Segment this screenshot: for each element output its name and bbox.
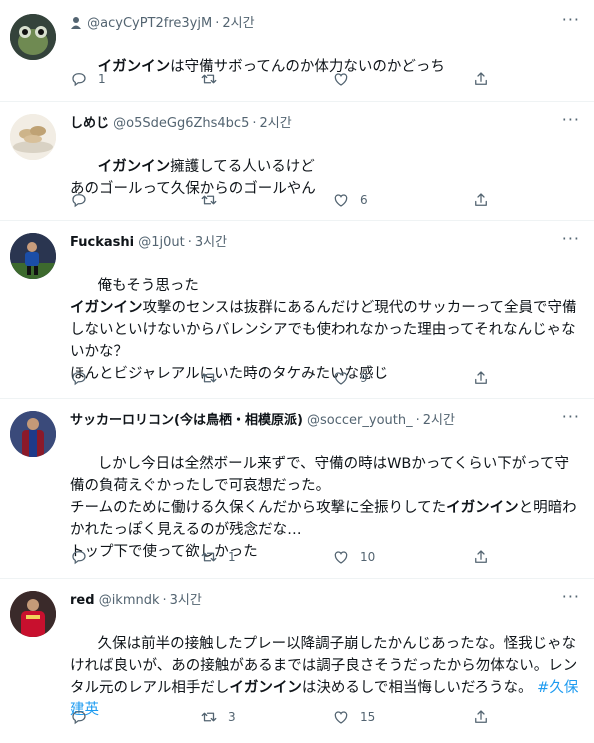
user-icon: [70, 16, 83, 29]
like-count: 9: [360, 371, 368, 385]
retweet-button[interactable]: [200, 69, 228, 89]
share-button[interactable]: [472, 190, 490, 210]
tweet-header: しめじ @o5SdeGg6Zhs4bc5 · 2시간: [70, 116, 292, 131]
retweet-icon: [200, 369, 218, 387]
tweet-actions: 1: [70, 69, 510, 89]
retweet-button[interactable]: [200, 368, 228, 388]
reply-icon: [70, 708, 88, 726]
more-options-icon[interactable]: ···: [562, 407, 580, 426]
tweet[interactable]: red @ikmndk · 3시간 久保は前半の接触したプレー以降調子崩したかんじあ…: [0, 579, 594, 730]
text-segment: イガンイン: [70, 300, 143, 316]
timestamp[interactable]: 2시간: [222, 16, 254, 31]
share-button[interactable]: [472, 547, 490, 567]
like-button[interactable]: [332, 69, 360, 89]
more-options-icon[interactable]: ···: [562, 229, 580, 248]
avatar[interactable]: [10, 233, 56, 279]
display-name[interactable]: red: [70, 593, 95, 608]
tweet-text: イガンインは守備サボってんのか体力ないのかどっち: [70, 34, 580, 100]
reply-icon: [70, 191, 88, 209]
share-button[interactable]: [472, 368, 490, 388]
tweet-actions: 9: [70, 368, 510, 388]
tweet-actions: 1 10: [70, 547, 510, 567]
tweet[interactable]: Fuckashi @1j0ut · 3시간 俺もそう思った イガンイン攻撃のセンスは…: [0, 221, 594, 399]
share-button[interactable]: [472, 69, 490, 89]
timestamp[interactable]: 3시간: [170, 593, 202, 608]
tweet-header: Fuckashi @1j0ut · 3시간: [70, 235, 228, 250]
reply-icon: [70, 70, 88, 88]
retweet-icon: [200, 548, 218, 566]
like-count: 6: [360, 193, 368, 207]
user-handle[interactable]: @o5SdeGg6Zhs4bc5: [113, 116, 249, 131]
like-count: 10: [360, 550, 376, 564]
text-segment: イガンイン: [446, 500, 519, 516]
tweet-header: @acyCyPT2fre3yjM · 2시간: [70, 14, 580, 34]
retweet-count: 1: [228, 550, 236, 564]
reply-button[interactable]: [70, 707, 98, 727]
user-handle[interactable]: @ikmndk: [99, 593, 160, 608]
like-button[interactable]: 6: [332, 190, 368, 210]
user-handle[interactable]: @acyCyPT2fre3yjM: [87, 16, 212, 31]
tweet-header: サッカーロリコン(今は鳥栖・相模原派) @soccer_youth_ · 2시간: [70, 413, 455, 428]
text-segment: イガンイン: [97, 159, 171, 175]
avatar[interactable]: [10, 591, 56, 637]
reply-button[interactable]: [70, 547, 98, 567]
user-handle[interactable]: @soccer_youth_: [307, 413, 413, 428]
reply-button[interactable]: [70, 190, 98, 210]
timestamp[interactable]: 2시간: [259, 116, 291, 131]
heart-icon: [332, 70, 350, 88]
share-icon: [472, 191, 490, 209]
heart-icon: [332, 369, 350, 387]
timestamp[interactable]: 3시간: [195, 235, 227, 250]
like-button[interactable]: 15: [332, 707, 375, 727]
retweet-icon: [200, 191, 218, 209]
share-icon: [472, 70, 490, 88]
tweet-actions: 6: [70, 190, 510, 210]
text-segment: イガンイン: [229, 680, 302, 696]
more-options-icon[interactable]: ···: [562, 110, 580, 129]
share-icon: [472, 548, 490, 566]
display-name[interactable]: しめじ: [70, 116, 109, 131]
heart-icon: [332, 708, 350, 726]
like-button[interactable]: 10: [332, 547, 375, 567]
retweet-button[interactable]: 3: [200, 707, 236, 727]
reply-button[interactable]: [70, 368, 98, 388]
user-handle[interactable]: @1j0ut: [138, 235, 185, 250]
share-icon: [472, 708, 490, 726]
reply-count: 1: [98, 72, 106, 86]
text-segment: は決めるしで相当悔しいだろうな。: [301, 680, 538, 696]
text-segment: 俺もそう思った: [97, 278, 199, 294]
display-name[interactable]: サッカーロリコン(今は鳥栖・相模原派): [70, 413, 303, 428]
retweet-button[interactable]: [200, 190, 228, 210]
retweet-icon: [200, 70, 218, 88]
avatar[interactable]: [10, 114, 56, 160]
more-options-icon[interactable]: ···: [562, 587, 580, 606]
heart-icon: [332, 191, 350, 209]
tweet[interactable]: サッカーロリコン(今は鳥栖・相模原派) @soccer_youth_ · 2시간 し…: [0, 399, 594, 579]
like-count: 15: [360, 710, 376, 724]
timestamp[interactable]: 2시간: [423, 413, 455, 428]
tweet[interactable]: しめじ @o5SdeGg6Zhs4bc5 · 2시간 イガンイン擁護してる人いるけど…: [0, 102, 594, 221]
share-icon: [472, 369, 490, 387]
heart-icon: [332, 548, 350, 566]
like-button[interactable]: 9: [332, 368, 368, 388]
tweet[interactable]: @acyCyPT2fre3yjM · 2시간 イガンインは守備サボってんのか体力ない…: [0, 0, 594, 102]
retweet-button[interactable]: 1: [200, 547, 236, 567]
more-options-icon[interactable]: ···: [562, 10, 580, 29]
tweet-actions: 3 15: [70, 707, 510, 727]
share-button[interactable]: [472, 707, 490, 727]
avatar[interactable]: [10, 411, 56, 457]
reply-icon: [70, 548, 88, 566]
reply-button[interactable]: 1: [70, 69, 106, 89]
reply-icon: [70, 369, 88, 387]
retweet-icon: [200, 708, 218, 726]
avatar[interactable]: [10, 14, 56, 60]
display-name[interactable]: Fuckashi: [70, 235, 134, 250]
tweet-header: red @ikmndk · 3시간: [70, 593, 202, 608]
retweet-count: 3: [228, 710, 236, 724]
